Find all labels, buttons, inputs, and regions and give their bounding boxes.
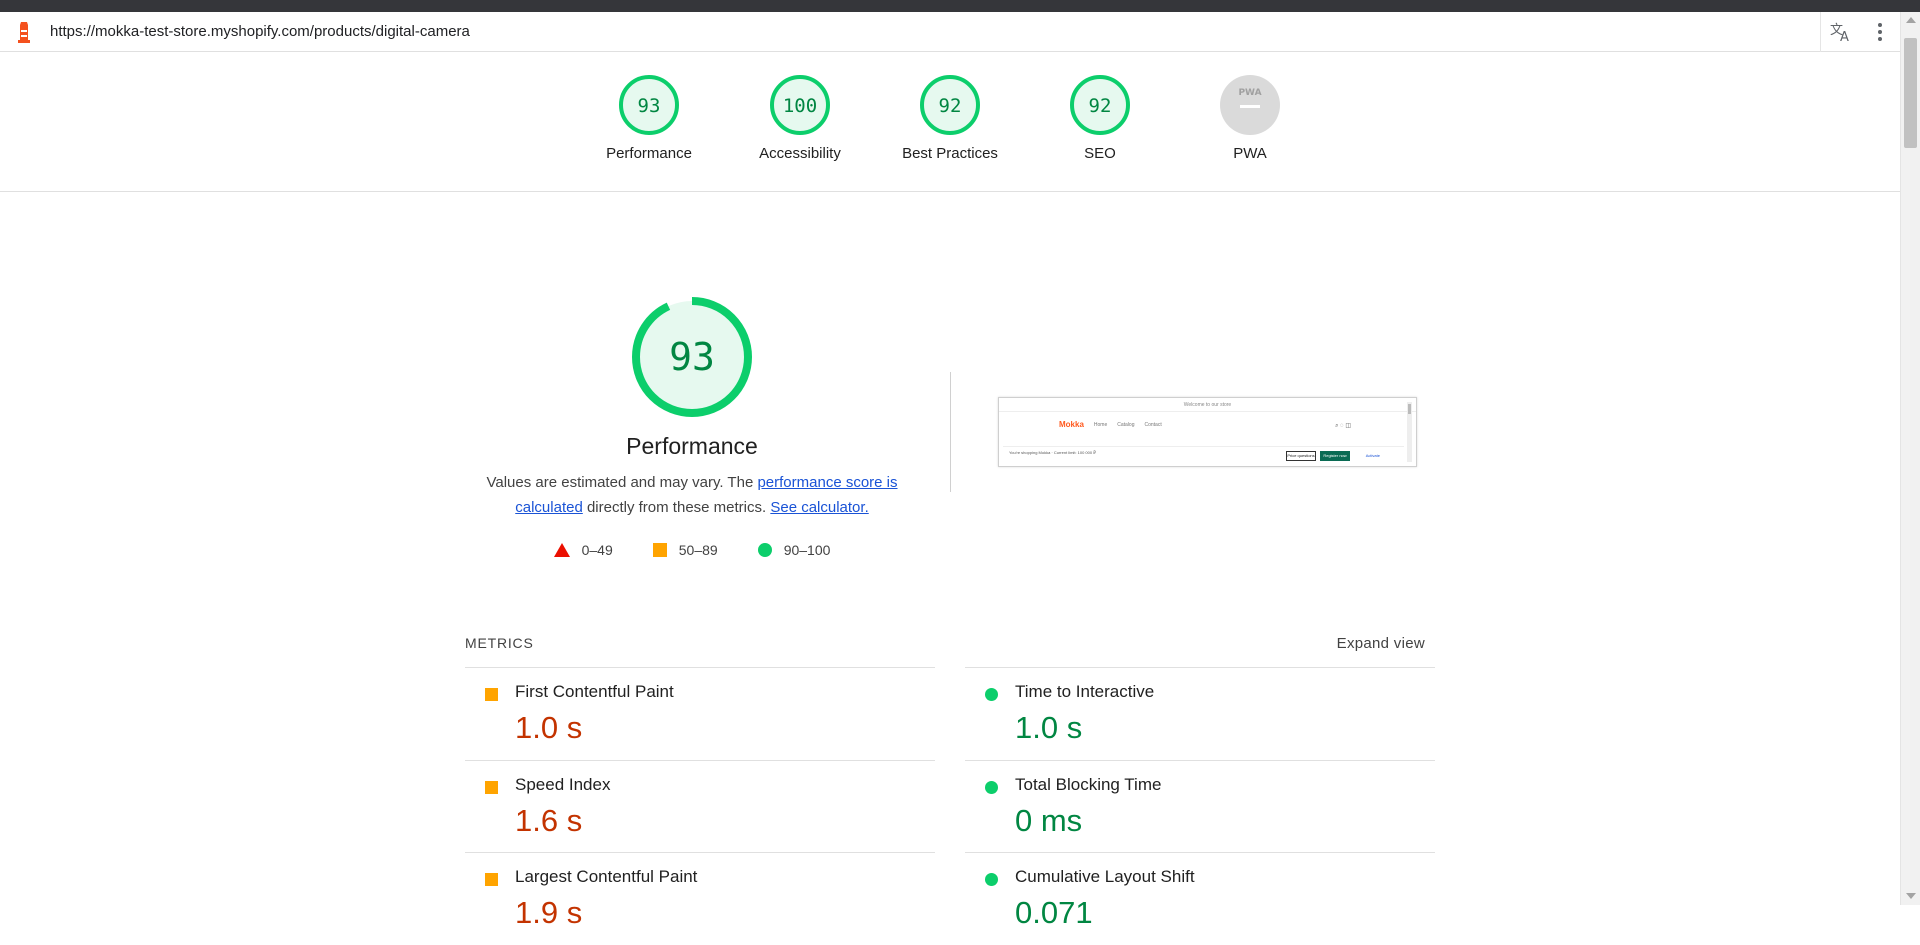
- scroll-thumb[interactable]: [1904, 38, 1917, 148]
- square-icon: [485, 873, 498, 886]
- gauge-score: 100: [783, 95, 817, 117]
- svg-text:A: A: [1840, 30, 1849, 43]
- metric-value: 1.9 s: [515, 895, 583, 930]
- pwa-badge-text: PWA: [1238, 88, 1261, 98]
- translate-icon[interactable]: 文 A: [1820, 12, 1860, 52]
- legend-fail: 0–49: [553, 542, 613, 558]
- screenshot-btn-link: Activate: [1365, 453, 1380, 458]
- metric-name: Largest Contentful Paint: [515, 867, 698, 886]
- screenshot-promo-text: You're shopping Mokka · Current limit: 1…: [1009, 450, 1096, 455]
- square-icon: [485, 688, 498, 701]
- metric-total-blocking-time: Total Blocking Time 0 ms: [965, 760, 1435, 853]
- performance-score: 93: [669, 335, 715, 379]
- pwa-badge-icon: PWA: [1220, 75, 1280, 135]
- metric-name: First Contentful Paint: [515, 682, 674, 701]
- performance-gauge: 93: [632, 297, 752, 417]
- gauge-ring: 92: [920, 75, 980, 135]
- performance-description: Values are estimated and may vary. The p…: [470, 470, 914, 520]
- url-bar: https://mokka-test-store.myshopify.com/p…: [0, 12, 1900, 52]
- scroll-down-arrow[interactable]: [1906, 893, 1916, 899]
- gauge-label: PWA: [1233, 145, 1267, 162]
- gauge-label: SEO: [1084, 145, 1116, 162]
- gauge-score: 93: [638, 95, 661, 117]
- final-screenshot[interactable]: Welcome to our store Mokka Home Catalog …: [998, 397, 1417, 467]
- screenshot-promo-bar: You're shopping Mokka · Current limit: 1…: [1003, 446, 1404, 464]
- metric-value: 1.0 s: [515, 710, 583, 745]
- legend-pass: 90–100: [757, 542, 831, 558]
- scroll-up-arrow[interactable]: [1906, 17, 1916, 23]
- screenshot-nav: Mokka Home Catalog Contact: [1059, 420, 1162, 429]
- screenshot-header-icons: ⌕ ◌ ◫: [1335, 423, 1351, 429]
- legend-label: 0–49: [581, 542, 613, 558]
- lighthouse-icon: [14, 20, 34, 44]
- circle-icon: [985, 873, 998, 886]
- gauge-accessibility[interactable]: 100 Accessibility: [740, 73, 860, 162]
- metrics-header: METRICS Expand view: [465, 635, 1425, 652]
- metric-largest-contentful-paint: Largest Contentful Paint 1.9 s: [465, 852, 935, 945]
- screenshot-btn-secondary: Price questions: [1286, 451, 1316, 461]
- metric-first-contentful-paint: First Contentful Paint 1.0 s: [465, 667, 935, 760]
- screenshot-nav-item: Home: [1093, 421, 1108, 428]
- metric-name: Cumulative Layout Shift: [1015, 867, 1195, 886]
- gauge-ring: 92: [1070, 75, 1130, 135]
- screenshot-scrollbar: [1407, 402, 1412, 462]
- performance-section: 93 Performance Values are estimated and …: [470, 295, 914, 558]
- square-icon: [485, 781, 498, 794]
- metric-cumulative-layout-shift: Cumulative Layout Shift 0.071: [965, 852, 1435, 945]
- see-calculator-link[interactable]: See calculator.: [770, 499, 868, 516]
- expand-view-button[interactable]: Expand view: [1337, 635, 1425, 652]
- gauge-best-practices[interactable]: 92 Best Practices: [890, 73, 1010, 162]
- triangle-icon: [553, 543, 570, 557]
- metric-name: Total Blocking Time: [1015, 775, 1162, 794]
- screenshot-btn-primary: Register now: [1320, 451, 1350, 461]
- vertical-divider: [950, 372, 951, 492]
- scrollbar[interactable]: [1900, 12, 1920, 905]
- gauge-ring: 100: [770, 75, 830, 135]
- screenshot-logo: Mokka: [1059, 420, 1084, 429]
- circle-icon: [985, 781, 998, 794]
- gauge-label: Accessibility: [759, 145, 841, 162]
- gauge-pwa[interactable]: PWA PWA: [1190, 73, 1310, 162]
- gauge-score: 92: [939, 95, 962, 117]
- metric-value: 0.071: [1015, 895, 1093, 930]
- metric-speed-index: Speed Index 1.6 s: [465, 760, 935, 853]
- square-icon: [652, 543, 667, 557]
- gauge-score: 92: [1089, 95, 1112, 117]
- metrics-heading: METRICS: [465, 635, 534, 651]
- legend-label: 90–100: [783, 542, 831, 558]
- metric-time-to-interactive: Time to Interactive 1.0 s: [965, 667, 1435, 760]
- circle-icon: [757, 543, 772, 557]
- desc-text: Values are estimated and may vary. The: [486, 474, 758, 491]
- legend-label: 50–89: [678, 542, 718, 558]
- score-summary: 93 Performance 100 Accessibility 92 Best…: [0, 53, 1900, 192]
- page-url[interactable]: https://mokka-test-store.myshopify.com/p…: [50, 23, 470, 40]
- score-legend: 0–49 50–89 90–100: [470, 542, 914, 558]
- screenshot-announcement: Welcome to our store: [999, 398, 1416, 412]
- metric-name: Speed Index: [515, 775, 611, 794]
- gauge-label: Performance: [606, 145, 692, 162]
- screenshot-nav-item: Catalog: [1117, 421, 1135, 428]
- desc-text: directly from these metrics.: [582, 499, 771, 516]
- metric-value: 1.6 s: [515, 803, 583, 838]
- gauge-performance[interactable]: 93 Performance: [589, 73, 709, 162]
- gauge-ring: 93: [619, 75, 679, 135]
- metric-value: 0 ms: [1015, 803, 1083, 838]
- legend-average: 50–89: [652, 542, 718, 558]
- more-menu-icon[interactable]: [1860, 12, 1900, 52]
- browser-top-strip: [0, 0, 1920, 12]
- screenshot-nav-item: Contact: [1144, 421, 1162, 428]
- metric-name: Time to Interactive: [1015, 682, 1155, 701]
- performance-title: Performance: [626, 433, 758, 459]
- metric-value: 1.0 s: [1015, 710, 1083, 745]
- circle-icon: [985, 688, 998, 701]
- gauge-seo[interactable]: 92 SEO: [1040, 73, 1160, 162]
- gauge-label: Best Practices: [902, 145, 998, 162]
